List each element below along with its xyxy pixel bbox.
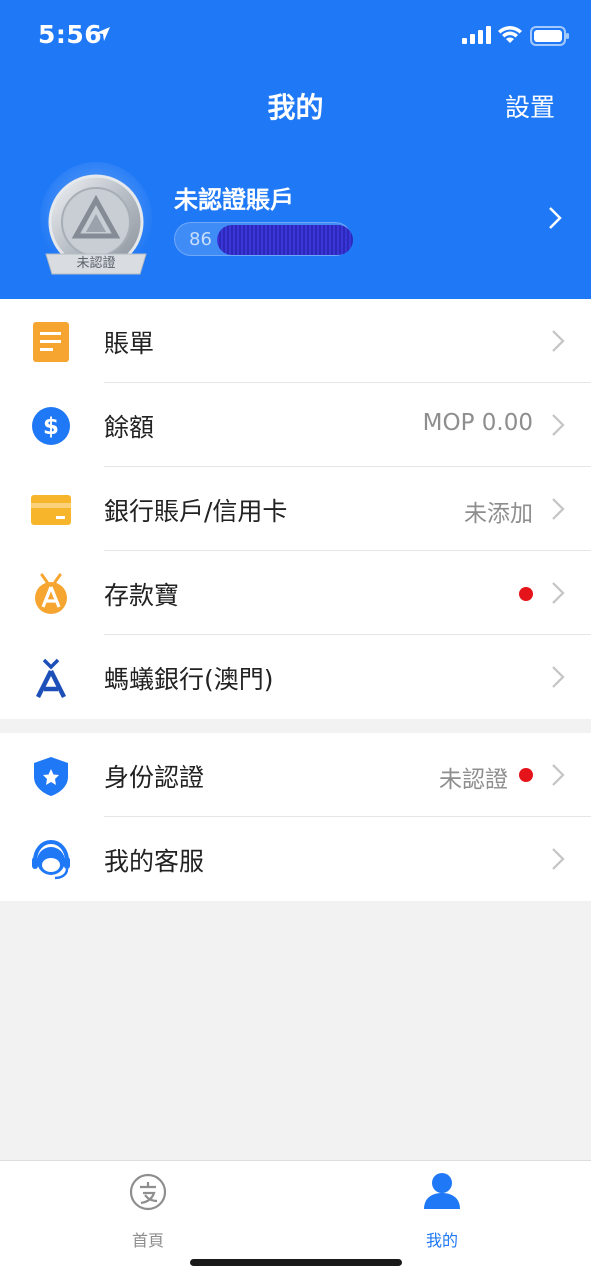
menu-label: 螞蟻銀行(澳門) <box>104 665 274 694</box>
battery-icon <box>530 26 569 46</box>
status-bar: 5:56 <box>0 0 591 72</box>
notification-dot <box>519 587 533 601</box>
menu-group-primary: 賬單 $ 餘額 MOP 0.00 銀行賬戶/信用卡 未添加 存款寶 螞蟻銀行(澳… <box>0 299 591 719</box>
chevron-right-icon <box>552 498 565 520</box>
notification-dot <box>519 768 533 782</box>
tab-home[interactable]: 首頁 <box>88 1171 208 1250</box>
svg-text:$: $ <box>43 414 59 440</box>
tab-mine[interactable]: 我的 <box>382 1171 502 1250</box>
menu-row-bill[interactable]: 賬單 <box>0 299 591 383</box>
menu-label: 銀行賬戶/信用卡 <box>104 497 288 526</box>
header: 5:56 我的 設置 未認證 未認證賬戶 86 <box>0 0 591 299</box>
wifi-icon <box>498 26 522 43</box>
chevron-right-icon <box>552 764 565 786</box>
ant-bank-icon <box>35 658 67 699</box>
bank-card-status: 未添加 <box>464 501 533 527</box>
profile-card[interactable]: 未認證 未認證賬戶 86 <box>0 150 591 280</box>
identity-status: 未認證 <box>439 767 508 793</box>
home-indicator <box>190 1259 402 1266</box>
menu-row-customer-service[interactable]: 我的客服 <box>0 817 591 901</box>
cellular-signal-icon <box>462 26 491 44</box>
phone-redaction <box>217 225 353 255</box>
phone-prefix: 86 <box>189 229 212 250</box>
customer-service-icon <box>32 839 70 880</box>
page-title: 我的 <box>267 91 324 124</box>
menu-row-ant-bank[interactable]: 螞蟻銀行(澳門) <box>0 635 591 719</box>
alipay-home-icon <box>129 1173 167 1211</box>
chevron-right-icon <box>552 582 565 604</box>
menu-row-bank-card[interactable]: 銀行賬戶/信用卡 未添加 <box>0 467 591 551</box>
menu-label: 賬單 <box>104 329 155 358</box>
user-icon <box>424 1173 460 1209</box>
chevron-right-icon <box>552 330 565 352</box>
account-name: 未認證賬戶 <box>174 186 294 214</box>
card-icon <box>31 495 71 525</box>
chevron-right-icon <box>552 848 565 870</box>
status-time: 5:56 <box>38 20 103 49</box>
menu-row-savings[interactable]: 存款寶 <box>0 551 591 635</box>
menu-label: 我的客服 <box>104 847 205 876</box>
phone-number: 86 <box>174 222 353 256</box>
balance-value: MOP 0.00 <box>422 410 533 436</box>
tab-mine-label: 我的 <box>425 1231 458 1250</box>
menu-label: 身份認證 <box>104 763 205 792</box>
savings-icon <box>35 573 67 614</box>
dollar-icon: $ <box>32 407 70 445</box>
chevron-right-icon <box>552 666 565 688</box>
settings-button[interactable]: 設置 <box>505 88 555 124</box>
chevron-right-icon <box>549 207 562 229</box>
location-arrow-icon <box>96 27 110 41</box>
chevron-right-icon <box>552 414 565 436</box>
menu-label: 存款寶 <box>104 581 180 610</box>
tab-home-label: 首頁 <box>131 1231 164 1250</box>
bill-icon <box>33 322 69 362</box>
badge-label: 未認證 <box>76 256 116 271</box>
menu-label: 餘額 <box>104 413 155 442</box>
menu-group-secondary: 身份認證 未認證 我的客服 <box>0 733 591 901</box>
shield-icon <box>34 757 68 796</box>
menu-row-identity[interactable]: 身份認證 未認證 <box>0 733 591 817</box>
menu-row-balance[interactable]: $ 餘額 MOP 0.00 <box>0 383 591 467</box>
